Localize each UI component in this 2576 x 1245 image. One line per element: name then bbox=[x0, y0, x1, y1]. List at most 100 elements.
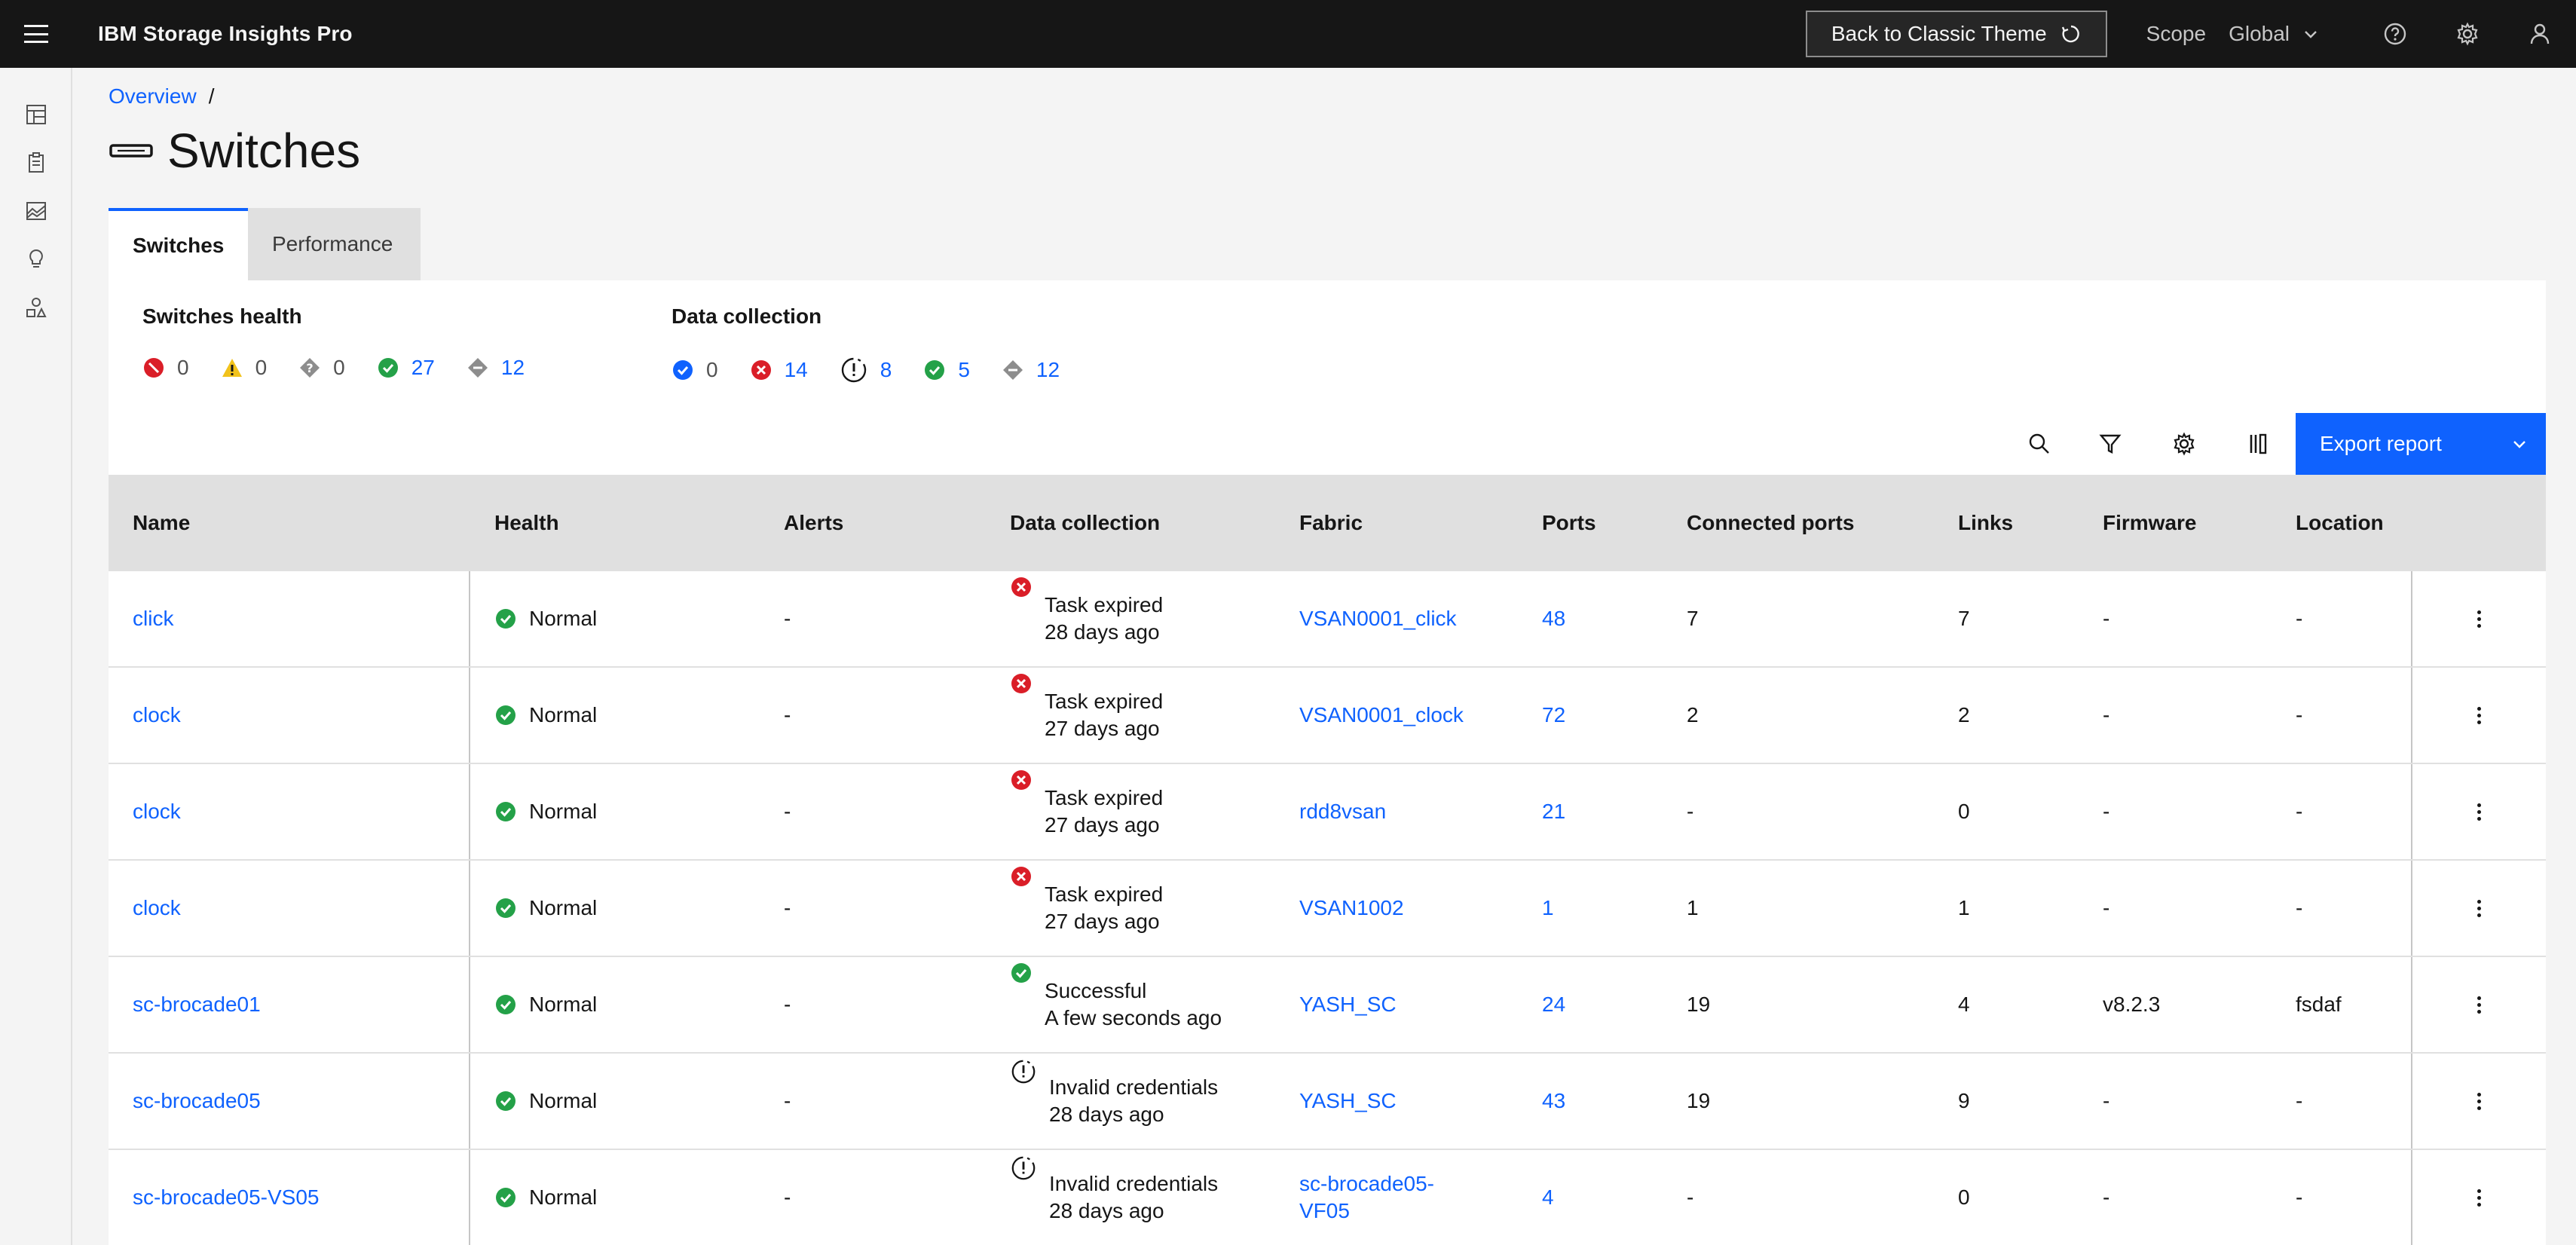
data-collection-time: 27 days ago bbox=[1045, 717, 1160, 740]
health-warning-count[interactable]: 0 bbox=[221, 356, 267, 380]
switch-name-link[interactable]: sc-brocade05-VS05 bbox=[109, 1150, 470, 1245]
health-unknown-count[interactable]: ? 0 bbox=[298, 356, 345, 380]
column-header-health[interactable]: Health bbox=[470, 511, 760, 535]
data-collection-status: Invalid credentials bbox=[1049, 1172, 1219, 1195]
back-to-classic-theme-button[interactable]: Back to Classic Theme bbox=[1805, 11, 2107, 57]
user-button[interactable] bbox=[2504, 0, 2576, 68]
groups-nav[interactable] bbox=[0, 283, 72, 332]
overflow-menu-icon[interactable] bbox=[2470, 989, 2489, 1021]
scope-dropdown[interactable]: Global bbox=[2229, 22, 2320, 46]
dc-success-count[interactable]: 5 bbox=[923, 358, 970, 382]
overflow-menu-icon[interactable] bbox=[2470, 699, 2489, 732]
dc-unknown-count[interactable]: 12 bbox=[1002, 358, 1060, 382]
fabric-link[interactable]: sc-brocade05-VF05 bbox=[1275, 1150, 1518, 1245]
health-error-count[interactable]: 0 bbox=[142, 356, 189, 380]
switch-name-link[interactable]: clock bbox=[109, 861, 470, 956]
column-header-location[interactable]: Location bbox=[2272, 511, 2411, 535]
connected-ports-cell: 2 bbox=[1687, 703, 1699, 727]
failed-icon bbox=[1011, 577, 1031, 597]
tab-switches[interactable]: Switches bbox=[109, 208, 248, 280]
switch-name-link[interactable]: clock bbox=[109, 668, 470, 763]
table-row[interactable]: sc-brocade05 Normal - Invalid credentials 28… bbox=[109, 1054, 2546, 1150]
switch-name-link[interactable]: clock bbox=[109, 764, 470, 859]
fabric-link[interactable]: VSAN1002 bbox=[1275, 861, 1518, 956]
fabric-link[interactable]: YASH_SC bbox=[1275, 1054, 1518, 1149]
data-collection-cell: Task expired 27 days ago bbox=[986, 668, 1275, 763]
fabric-link[interactable]: YASH_SC bbox=[1275, 957, 1518, 1052]
table-row[interactable]: clock Normal - Task expired 27 days ago VSAN0… bbox=[109, 668, 2546, 764]
warning-clock-icon bbox=[1011, 1060, 1036, 1084]
fabric-link[interactable]: VSAN0001_click bbox=[1275, 571, 1518, 666]
data-collection-cell: Task expired 27 days ago bbox=[986, 764, 1275, 859]
column-header-name[interactable]: Name bbox=[109, 511, 470, 535]
switch-name-link[interactable]: sc-brocade05 bbox=[109, 1054, 470, 1149]
switch-name-link[interactable]: sc-brocade01 bbox=[109, 957, 470, 1052]
row-actions-cell bbox=[2411, 1150, 2546, 1245]
breadcrumb-overview-link[interactable]: Overview bbox=[109, 84, 197, 109]
overflow-menu-icon[interactable] bbox=[2470, 796, 2489, 828]
ports-link[interactable]: 1 bbox=[1518, 861, 1663, 956]
app-title: IBM Storage Insights Pro bbox=[98, 22, 353, 45]
help-icon bbox=[2384, 23, 2406, 45]
svg-text:?: ? bbox=[307, 361, 314, 375]
ports-link[interactable]: 21 bbox=[1518, 764, 1663, 859]
column-header-ports[interactable]: Ports bbox=[1518, 511, 1663, 535]
advisor-nav[interactable] bbox=[0, 235, 72, 283]
ports-link[interactable]: 48 bbox=[1518, 571, 1663, 666]
health-unreachable-count[interactable]: 12 bbox=[467, 356, 525, 380]
table-search-button[interactable] bbox=[2003, 413, 2076, 475]
overflow-menu-icon[interactable] bbox=[2470, 603, 2489, 635]
row-actions-cell bbox=[2411, 571, 2546, 666]
tab-performance[interactable]: Performance bbox=[248, 208, 421, 280]
switch-icon bbox=[109, 144, 153, 158]
health-cell: Normal bbox=[470, 1054, 760, 1149]
column-header-connected-ports[interactable]: Connected ports bbox=[1663, 511, 1934, 535]
health-status: Normal bbox=[529, 1185, 598, 1209]
dc-warning-count[interactable]: 8 bbox=[840, 356, 892, 384]
health-normal-count[interactable]: 27 bbox=[377, 356, 435, 380]
ports-link[interactable]: 43 bbox=[1518, 1054, 1663, 1149]
dc-failed-count[interactable]: 14 bbox=[750, 358, 808, 382]
column-header-links[interactable]: Links bbox=[1934, 511, 2079, 535]
column-header-firmware[interactable]: Firmware bbox=[2079, 511, 2272, 535]
fabric-link[interactable]: VSAN0001_clock bbox=[1275, 668, 1518, 763]
overflow-menu-icon[interactable] bbox=[2470, 892, 2489, 925]
ports-link[interactable]: 24 bbox=[1518, 957, 1663, 1052]
ports-link[interactable]: 4 bbox=[1518, 1150, 1663, 1245]
table-row[interactable]: sc-brocade05-VS05 Normal - Invalid credenti… bbox=[109, 1150, 2546, 1245]
column-header-data-collection[interactable]: Data collection bbox=[986, 511, 1275, 535]
failed-icon bbox=[1011, 674, 1031, 693]
column-header-alerts[interactable]: Alerts bbox=[760, 511, 986, 535]
switch-name-link[interactable]: click bbox=[109, 571, 470, 666]
normal-icon bbox=[496, 609, 516, 629]
reports-nav[interactable] bbox=[0, 139, 72, 187]
insights-nav[interactable] bbox=[0, 187, 72, 235]
export-menu-toggle[interactable] bbox=[2493, 434, 2546, 454]
ports-link[interactable]: 72 bbox=[1518, 668, 1663, 763]
table-row[interactable]: clock Normal - Task expired 27 days ago rdd8v… bbox=[109, 764, 2546, 861]
dashboards-nav[interactable] bbox=[0, 90, 72, 139]
settings-button[interactable] bbox=[2431, 0, 2504, 68]
table-filter-button[interactable] bbox=[2074, 413, 2146, 475]
table-settings-button[interactable] bbox=[2148, 413, 2220, 475]
fabric-link[interactable]: rdd8vsan bbox=[1275, 764, 1518, 859]
table-row[interactable]: clock Normal - Task expired 27 days ago VSAN1… bbox=[109, 861, 2546, 957]
export-report-button[interactable]: Export report bbox=[2296, 413, 2546, 475]
help-button[interactable] bbox=[2359, 0, 2431, 68]
column-header-fabric[interactable]: Fabric bbox=[1275, 511, 1518, 535]
firmware-cell: - bbox=[2103, 1089, 2110, 1112]
data-collection-time: 27 days ago bbox=[1045, 813, 1160, 837]
location-cell: - bbox=[2296, 896, 2303, 919]
firmware-cell: - bbox=[2103, 800, 2110, 823]
overflow-menu-icon[interactable] bbox=[2470, 1182, 2489, 1214]
table-row[interactable]: click Normal - Task expired 28 days ago VSAN0… bbox=[109, 571, 2546, 668]
links-cell: 7 bbox=[1958, 607, 1970, 630]
connected-ports-cell: 19 bbox=[1687, 1089, 1711, 1112]
table-row[interactable]: sc-brocade01 Normal - Successful A few secon… bbox=[109, 957, 2546, 1054]
overflow-menu-icon[interactable] bbox=[2470, 1085, 2489, 1118]
unknown-icon: ? bbox=[300, 358, 320, 378]
table-columns-button[interactable] bbox=[2222, 413, 2294, 475]
dc-running-count[interactable]: 0 bbox=[672, 358, 718, 382]
connected-ports-cell: 19 bbox=[1687, 993, 1711, 1016]
menu-button[interactable] bbox=[0, 0, 72, 68]
